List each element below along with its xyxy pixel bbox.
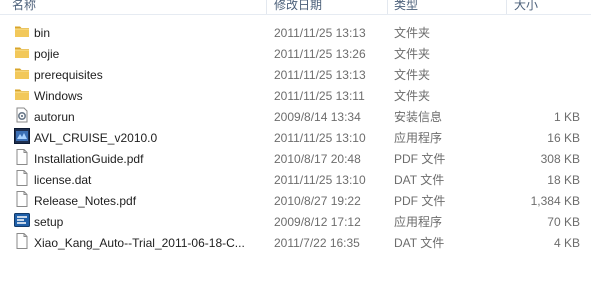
setup-icon: [14, 212, 30, 233]
file-type: 文件夹: [394, 68, 431, 82]
column-header-type[interactable]: 类型: [394, 0, 418, 14]
file-row[interactable]: autorun 2009/8/14 13:34 安装信息 1 KB: [0, 107, 591, 128]
file-type: 应用程序: [394, 131, 443, 145]
file-type: DAT 文件: [394, 173, 445, 187]
file-name: Release_Notes.pdf: [34, 194, 137, 208]
folder-icon: [14, 86, 30, 107]
file-row[interactable]: AVL_CRUISE_v2010.0 2011/11/25 13:10 应用程序…: [0, 128, 591, 149]
column-divider[interactable]: [387, 0, 388, 14]
file-row[interactable]: prerequisites 2011/11/25 13:13 文件夹: [0, 65, 591, 86]
document-icon: [14, 191, 30, 212]
file-name: InstallationGuide.pdf: [34, 152, 144, 166]
column-divider[interactable]: [266, 0, 267, 14]
file-date: 2011/11/25 13:13: [274, 26, 366, 40]
application-icon: [14, 128, 30, 149]
file-date: 2009/8/12 17:12: [274, 215, 361, 229]
column-divider[interactable]: [506, 0, 507, 14]
file-row[interactable]: InstallationGuide.pdf 2010/8/17 20:48 PD…: [0, 149, 591, 170]
file-date: 2011/7/22 16:35: [274, 236, 360, 250]
document-icon: [14, 233, 30, 254]
file-date: 2010/8/27 19:22: [274, 194, 361, 208]
file-name: Windows: [34, 89, 83, 103]
file-size: 4 KB: [553, 236, 580, 250]
file-size: 16 KB: [547, 131, 580, 145]
file-size: 18 KB: [547, 173, 580, 187]
file-name: pojie: [34, 47, 60, 61]
document-icon: [14, 149, 30, 170]
document-icon: [14, 170, 30, 191]
file-row[interactable]: pojie 2011/11/25 13:26 文件夹: [0, 44, 591, 65]
file-date: 2011/11/25 13:10: [274, 131, 366, 145]
file-row[interactable]: license.dat 2011/11/25 13:10 DAT 文件 18 K…: [0, 170, 591, 191]
file-name: Xiao_Kang_Auto--Trial_2011-06-18-C...: [34, 236, 245, 250]
file-size: 1 KB: [553, 110, 580, 124]
file-name: bin: [34, 26, 51, 40]
folder-icon: [14, 23, 30, 44]
file-type: 文件夹: [394, 47, 431, 61]
folder-icon: [14, 44, 30, 65]
file-row[interactable]: Xiao_Kang_Auto--Trial_2011-06-18-C... 20…: [0, 233, 591, 254]
file-size: 308 KB: [540, 152, 580, 166]
file-date: 2009/8/14 13:34: [274, 110, 361, 124]
file-row[interactable]: setup 2009/8/12 17:12 应用程序 70 KB: [0, 212, 591, 233]
file-type: 安装信息: [394, 110, 443, 124]
file-date: 2011/11/25 13:11: [274, 89, 365, 103]
file-name: prerequisites: [34, 68, 103, 82]
file-type: PDF 文件: [394, 152, 446, 166]
file-size: 1,384 KB: [530, 194, 580, 208]
file-date: 2011/11/25 13:13: [274, 68, 366, 82]
setup-info-icon: [14, 107, 30, 128]
column-header-date[interactable]: 修改日期: [274, 0, 322, 14]
file-type: 文件夹: [394, 26, 431, 40]
file-row[interactable]: Release_Notes.pdf 2010/8/27 19:22 PDF 文件…: [0, 191, 591, 212]
file-list: bin 2011/11/25 13:13 文件夹 pojie 2011/11/2…: [0, 23, 591, 254]
file-name: autorun: [34, 110, 75, 124]
file-type: 应用程序: [394, 215, 443, 229]
file-name: AVL_CRUISE_v2010.0: [34, 131, 158, 145]
folder-icon: [14, 65, 30, 86]
file-date: 2011/11/25 13:26: [274, 47, 366, 61]
file-name: license.dat: [34, 173, 92, 187]
file-type: DAT 文件: [394, 236, 445, 250]
column-header: 名称 修改日期 类型 大小: [0, 0, 591, 15]
file-date: 2010/8/17 20:48: [274, 152, 361, 166]
file-type: PDF 文件: [394, 194, 446, 208]
file-row[interactable]: bin 2011/11/25 13:13 文件夹: [0, 23, 591, 44]
file-type: 文件夹: [394, 89, 431, 103]
file-date: 2011/11/25 13:10: [274, 173, 366, 187]
file-size: 70 KB: [547, 215, 580, 229]
file-name: setup: [34, 215, 64, 229]
file-row[interactable]: Windows 2011/11/25 13:11 文件夹: [0, 86, 591, 107]
column-header-size[interactable]: 大小: [514, 0, 538, 14]
column-header-name[interactable]: 名称: [12, 0, 36, 14]
